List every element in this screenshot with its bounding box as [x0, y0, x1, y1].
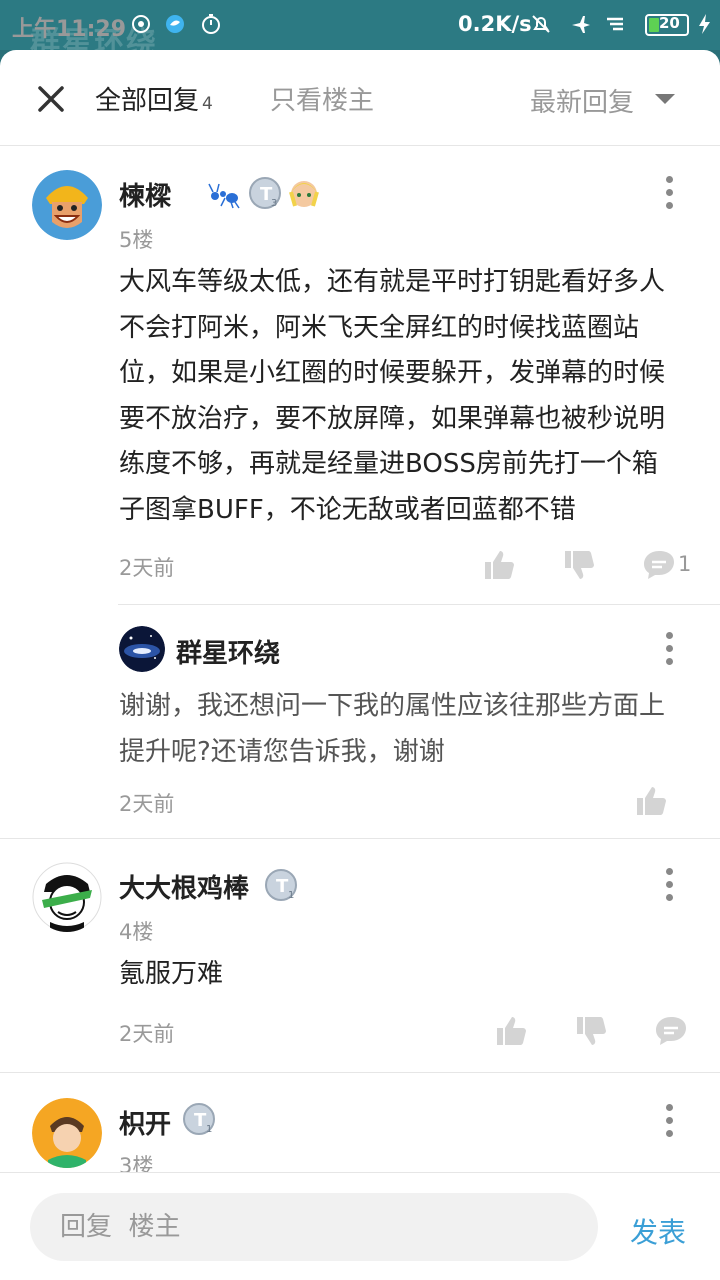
character-badge-icon: [289, 181, 319, 207]
level-badge-icon: T1: [265, 869, 297, 901]
thumbs-up-icon[interactable]: [634, 784, 668, 818]
timestamp: 2天前: [119, 1022, 175, 1046]
comment-body: 大风车等级太低，还有就是平时打钥匙看好多人不会打阿米，阿米飞天全屏红的时候找蓝圈…: [119, 267, 666, 525]
app-notification-icon: [132, 15, 150, 33]
timestamp: 2天前: [119, 556, 175, 580]
comment-list[interactable]: 楝樑 T3 5楼 大风车等级太低，还有就是平时打钥匙看好多人不会打阿米，阿米飞天…: [0, 146, 720, 1176]
thumbs-up-icon[interactable]: [494, 1014, 528, 1048]
comment-bubble-icon[interactable]: [654, 1014, 688, 1048]
bird-app-icon: [166, 15, 184, 33]
battery-indicator: 20: [645, 14, 689, 36]
reply-count: 1: [678, 552, 692, 576]
more-options-icon[interactable]: [666, 176, 676, 210]
signal-bars-icon: [607, 17, 623, 31]
level-badge-icon: T1: [183, 1103, 215, 1135]
status-bar: 群星环绕 上午11:29 0.2K/s 20: [0, 0, 720, 61]
divider: [0, 1072, 720, 1073]
floor-number: 5楼: [119, 228, 154, 252]
reply-count-badge: 4: [202, 94, 213, 114]
username[interactable]: 大大根鸡棒: [119, 868, 249, 905]
avatar[interactable]: [32, 862, 102, 932]
svg-text:3: 3: [271, 198, 277, 209]
avatar[interactable]: [32, 170, 102, 240]
avatar[interactable]: [32, 1098, 102, 1168]
tab-all-label: 全部回复: [95, 86, 200, 116]
divider: [0, 838, 720, 839]
airplane-mode-icon: [572, 16, 590, 33]
username[interactable]: 群星环绕: [176, 633, 280, 670]
more-options-icon[interactable]: [666, 1104, 676, 1138]
thumbs-up-icon[interactable]: [482, 548, 516, 582]
comment-bubble-icon[interactable]: [642, 548, 676, 582]
network-speed: 0.2K/s: [458, 12, 532, 36]
more-options-icon[interactable]: [666, 632, 676, 666]
username[interactable]: 枳开: [119, 1104, 171, 1141]
divider: [118, 604, 720, 605]
more-options-icon[interactable]: [666, 868, 676, 902]
avatar[interactable]: [119, 626, 165, 672]
battery-level: 20: [659, 14, 680, 32]
comment-body: 氪服万难: [119, 959, 224, 989]
tab-all-replies[interactable]: 全部回复 4: [95, 80, 213, 117]
thumbs-down-icon[interactable]: [562, 548, 596, 582]
thumbs-down-icon[interactable]: [574, 1014, 608, 1048]
level-badge-icon: T3: [249, 177, 281, 209]
reply-bar: 发表: [0, 1172, 720, 1280]
reply-sheet: 全部回复 4 只看楼主 最新回复 楝樑 T3 5楼 大风车等级太低，还有就是平时打…: [0, 50, 720, 1280]
publish-button[interactable]: 发表: [630, 1211, 686, 1251]
svg-text:1: 1: [206, 1124, 212, 1135]
stopwatch-icon: [202, 14, 220, 34]
chevron-down-icon[interactable]: [655, 94, 675, 104]
svg-text:1: 1: [288, 890, 294, 901]
timestamp: 2天前: [119, 792, 175, 816]
reply-input[interactable]: [30, 1193, 598, 1261]
bell-muted-icon: [532, 15, 550, 33]
username[interactable]: 楝樑: [119, 176, 171, 213]
close-icon[interactable]: [30, 78, 72, 120]
tab-owner-only[interactable]: 只看楼主: [270, 80, 374, 117]
ant-badge-icon: [208, 183, 240, 209]
charging-icon: [699, 14, 710, 34]
floor-number: 4楼: [119, 920, 154, 944]
status-time: 上午11:29: [12, 17, 127, 42]
header: 全部回复 4 只看楼主 最新回复: [0, 50, 720, 146]
sort-dropdown[interactable]: 最新回复: [530, 82, 634, 119]
reply-body: 谢谢，我还想问一下我的属性应该往那些方面上提升呢?还请您告诉我，谢谢: [119, 691, 666, 767]
